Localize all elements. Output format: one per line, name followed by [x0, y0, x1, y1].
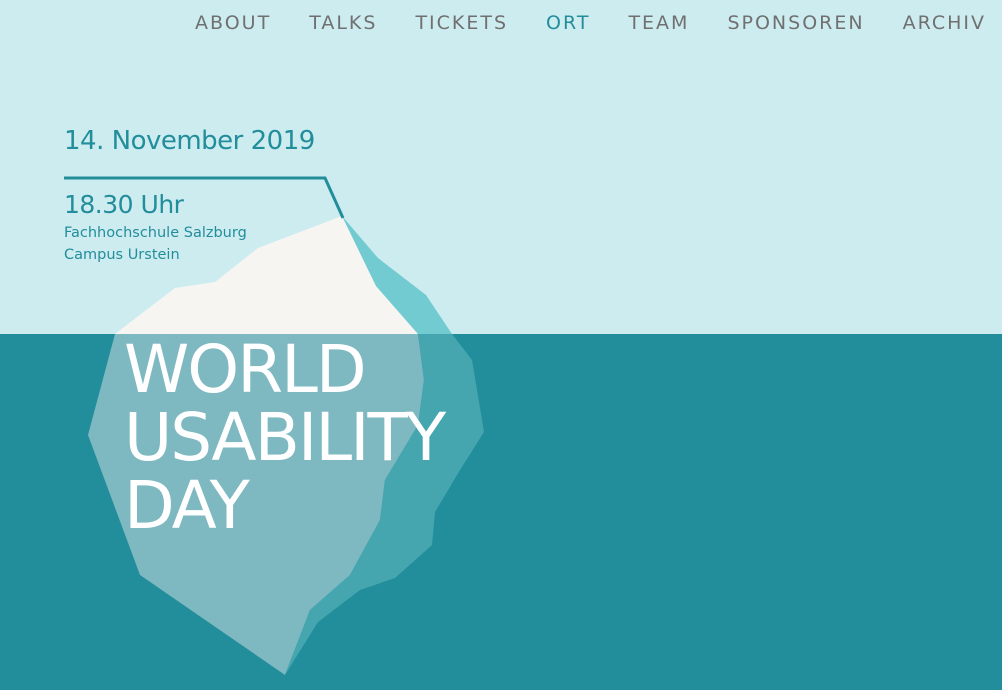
main-navigation: ABOUT TALKS TICKETS ORT TEAM SPONSOREN A… — [195, 10, 986, 36]
nav-item-archiv[interactable]: ARCHIV — [903, 10, 986, 36]
nav-item-team[interactable]: TEAM — [628, 10, 689, 36]
headline-line-usability: USABILITY — [124, 399, 446, 476]
venue-campus: Campus Urstein — [64, 247, 180, 263]
event-headline: WORLD USABILITY DAY — [124, 331, 446, 544]
venue-name: Fachhochschule Salzburg — [64, 225, 247, 241]
nav-item-about[interactable]: ABOUT — [195, 10, 271, 36]
nav-item-tickets[interactable]: TICKETS — [415, 10, 508, 36]
nav-item-ort[interactable]: ORT — [546, 10, 590, 36]
headline-line-world: WORLD — [124, 331, 367, 408]
event-time: 18.30 Uhr — [64, 190, 184, 219]
event-date: 14. November 2019 — [64, 126, 315, 156]
nav-item-talks[interactable]: TALKS — [309, 10, 377, 36]
headline-line-day: DAY — [124, 467, 250, 544]
nav-item-sponsoren[interactable]: SPONSOREN — [727, 10, 864, 36]
